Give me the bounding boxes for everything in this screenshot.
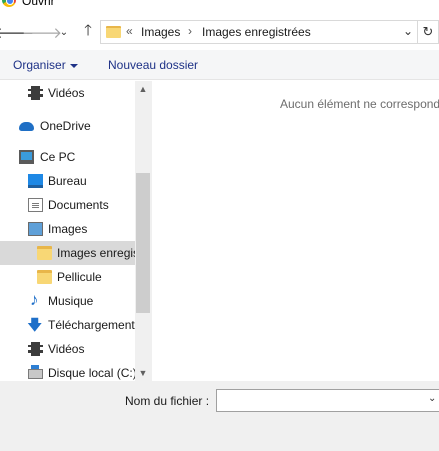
- filename-label: Nom du fichier :: [125, 394, 210, 408]
- sidebar-item-label: Ce PC: [40, 150, 76, 164]
- sidebar-item-label: Images enregis: [57, 246, 135, 260]
- breadcrumb-separator[interactable]: ›: [188, 24, 192, 38]
- recent-locations-button[interactable]: ⌄: [54, 22, 74, 42]
- folder-icon: [37, 246, 52, 260]
- dialog-footer: Nom du fichier : ⌄: [0, 381, 439, 451]
- video-icon: [28, 342, 43, 356]
- chevron-down-icon: ⌄: [59, 26, 69, 38]
- sidebar-item-label: Vidéos: [48, 86, 85, 100]
- sidebar-item-label: Disque local (C:): [48, 366, 135, 380]
- sidebar-item-label: Bureau: [48, 174, 87, 188]
- overflow-chevron[interactable]: «: [126, 24, 133, 38]
- caret-down-icon: [70, 64, 78, 68]
- sidebar-item-this-pc[interactable]: Ce PC: [0, 145, 135, 169]
- scroll-down-icon[interactable]: ▼: [135, 365, 151, 381]
- empty-folder-message: Aucun élément ne correspond: [280, 97, 439, 111]
- sidebar-item-videos[interactable]: Vidéos: [0, 81, 135, 105]
- document-icon: [28, 198, 43, 212]
- sidebar-item-camera-roll[interactable]: Pellicule: [0, 265, 135, 289]
- sidebar-item-label: OneDrive: [40, 119, 91, 133]
- navigation-tree: Vidéos OneDrive Ce PC Bureau Documents I…: [0, 81, 135, 381]
- breadcrumb-images[interactable]: Images: [141, 25, 180, 39]
- chevron-down-icon[interactable]: ⌄: [428, 393, 436, 404]
- computer-icon: [19, 150, 34, 164]
- scroll-up-icon[interactable]: ▲: [135, 81, 151, 97]
- sidebar-item-label: Pellicule: [57, 270, 102, 284]
- file-list[interactable]: Aucun élément ne correspond: [151, 81, 439, 381]
- video-icon: [28, 86, 43, 100]
- filename-input[interactable]: [216, 389, 439, 412]
- title-bar: Ouvrir: [0, 0, 439, 12]
- sidebar-item-downloads[interactable]: Téléchargement: [0, 313, 135, 340]
- up-button[interactable]: 🡑: [78, 22, 98, 42]
- chrome-icon: [2, 0, 16, 7]
- sidebar-item-label: Vidéos: [48, 342, 85, 356]
- sidebar-item-videos-2[interactable]: Vidéos: [0, 337, 135, 361]
- refresh-icon: ↻: [422, 24, 434, 39]
- sidebar-item-saved-images[interactable]: Images enregis: [0, 241, 135, 265]
- navigation-pane: Vidéos OneDrive Ce PC Bureau Documents I…: [0, 81, 151, 381]
- sidebar-item-local-disk[interactable]: Disque local (C:): [0, 361, 135, 381]
- window-title: Ouvrir: [22, 0, 55, 8]
- download-icon: [27, 315, 42, 340]
- sidebar-item-label: Téléchargement: [48, 318, 135, 332]
- sidebar-item-onedrive[interactable]: OneDrive: [0, 114, 135, 138]
- address-dropdown-icon[interactable]: ⌄: [403, 24, 413, 38]
- sidebar-item-documents[interactable]: Documents: [0, 193, 135, 217]
- image-icon: [28, 222, 43, 236]
- folder-icon: [106, 26, 121, 38]
- new-folder-button[interactable]: Nouveau dossier: [108, 58, 198, 72]
- address-bar[interactable]: « Images › Images enregistrées ⌄: [100, 20, 418, 44]
- arrow-up-icon: 🡑: [84, 21, 92, 39]
- sidebar-item-label: Documents: [48, 198, 109, 212]
- sidebar-item-label: Musique: [48, 294, 94, 308]
- refresh-button[interactable]: ↻: [418, 20, 439, 44]
- sidebar-item-label: Images: [48, 222, 88, 236]
- cloud-icon: [19, 122, 34, 131]
- folder-icon: [37, 270, 52, 284]
- organize-button[interactable]: Organiser: [13, 58, 66, 72]
- address-row: 🡐 🡒 ⌄ 🡑 « Images › Images enregistrées ⌄…: [0, 18, 439, 46]
- breadcrumb-saved-images[interactable]: Images enregistrées: [202, 25, 311, 39]
- sidebar-item-images[interactable]: Images: [0, 217, 135, 241]
- scrollbar-thumb[interactable]: [136, 173, 150, 313]
- desktop-icon: [28, 174, 43, 188]
- disk-icon: [28, 365, 43, 379]
- sidebar-item-desktop[interactable]: Bureau: [0, 169, 135, 193]
- forward-button[interactable]: 🡒: [22, 22, 62, 42]
- command-bar: Organiser Nouveau dossier: [0, 50, 439, 80]
- navigation-scrollbar[interactable]: ▲ ▼: [135, 81, 151, 381]
- music-icon: [30, 290, 40, 310]
- sidebar-item-music[interactable]: Musique: [0, 289, 135, 313]
